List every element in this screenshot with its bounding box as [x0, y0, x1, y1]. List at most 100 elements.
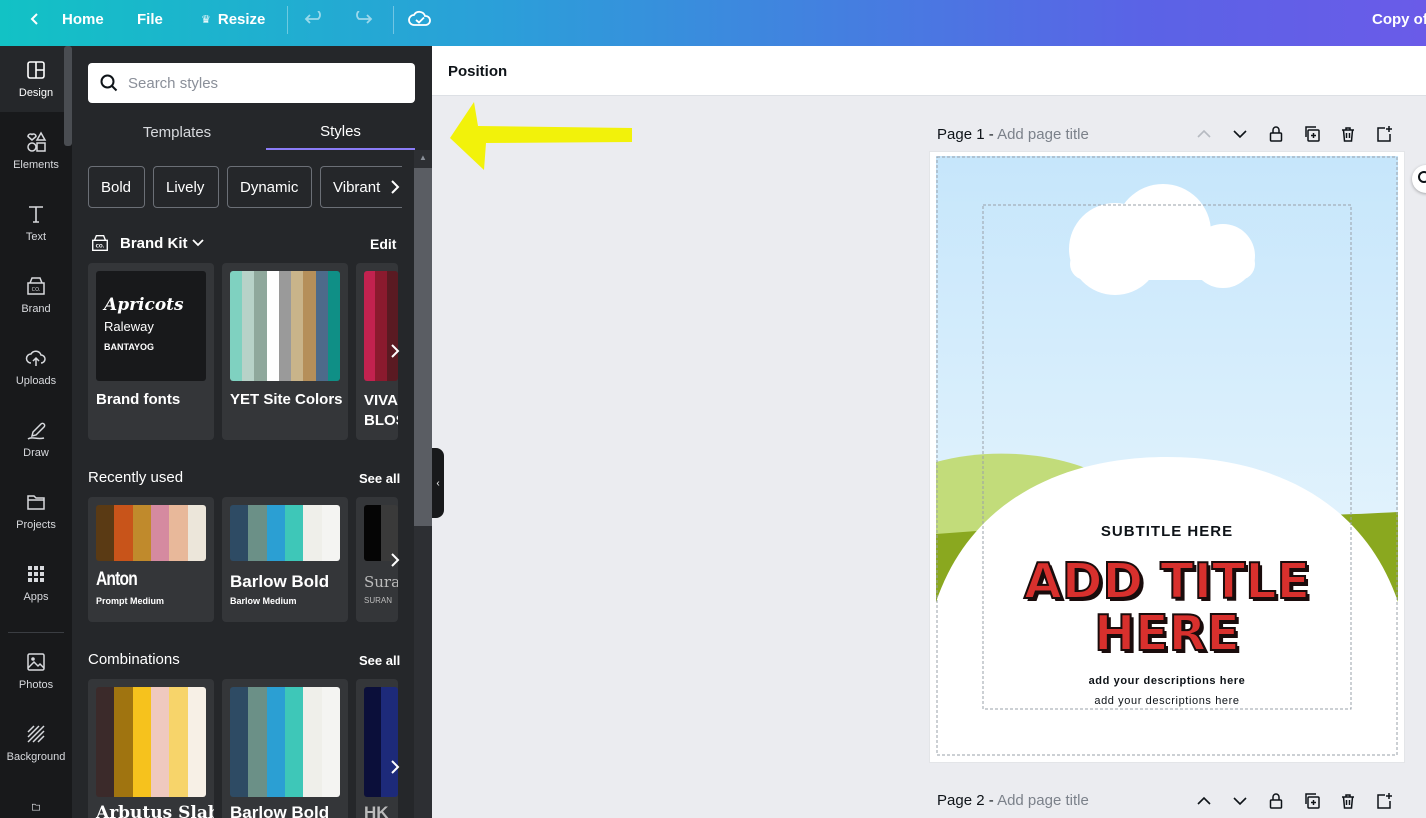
rail-item-text[interactable]: Text — [0, 190, 72, 256]
tab-templates[interactable]: Templates — [95, 114, 259, 150]
rail-item-draw[interactable]: Draw — [0, 406, 72, 472]
svg-text:CO.: CO. — [96, 244, 105, 250]
style-card-anton[interactable]: Anton Prompt Medium — [88, 497, 214, 622]
rail-item-photos[interactable]: Photos — [0, 638, 72, 704]
chip-bold[interactable]: Bold — [88, 166, 145, 208]
svg-text:CO.: CO. — [32, 287, 41, 293]
combinations-see-all[interactable]: See all — [359, 653, 400, 668]
page-2-title[interactable]: Page 2 - Add page title — [937, 792, 1089, 809]
rail-item-projects[interactable]: Projects — [0, 478, 72, 544]
page-1-canvas[interactable]: SUBTITLE HERE ADD TITLE HERE add your de… — [930, 152, 1404, 762]
lock-page-button[interactable] — [1264, 122, 1288, 146]
color-swatch — [114, 687, 133, 797]
rail-item-elements[interactable]: Elements — [0, 118, 72, 184]
rail-scrollbar-thumb[interactable] — [64, 46, 72, 146]
search-input[interactable] — [128, 74, 398, 92]
color-swatch — [266, 687, 285, 797]
font-sample-2: Raleway — [104, 319, 154, 334]
rail-label: Projects — [16, 519, 56, 531]
recently-used-next-button[interactable] — [384, 545, 406, 575]
resize-label: Resize — [217, 10, 266, 28]
color-swatches — [96, 687, 206, 797]
search-box[interactable] — [88, 63, 415, 103]
text-icon — [29, 206, 43, 223]
color-swatch — [230, 505, 249, 561]
page-title-placeholder[interactable]: Add page title — [997, 126, 1089, 143]
move-page-up-button[interactable] — [1192, 122, 1216, 146]
combinations-next-button[interactable] — [384, 752, 406, 782]
rail-item-design[interactable]: Design — [0, 46, 72, 112]
chip-lively[interactable]: Lively — [153, 166, 219, 208]
poster-description-bold[interactable]: add your descriptions here — [930, 675, 1404, 687]
chip-dynamic[interactable]: Dynamic — [227, 166, 312, 208]
style-title-font: Barlow Bold — [230, 572, 330, 591]
color-swatch — [169, 687, 188, 797]
page-1-title[interactable]: Page 1 - Add page title — [937, 126, 1089, 143]
move-page-down-button[interactable] — [1228, 789, 1252, 813]
poster-background — [936, 156, 1398, 756]
duplicate-page-button[interactable] — [1300, 789, 1324, 813]
color-swatch — [364, 271, 376, 381]
brand-kit-dropdown[interactable]: CO. Brand Kit — [90, 233, 204, 253]
lock-page-button[interactable] — [1264, 789, 1288, 813]
document-title[interactable]: Copy of — [1372, 0, 1426, 38]
poster-title[interactable]: ADD TITLE HERE — [930, 555, 1404, 661]
top-bar: Home File ♛ Resize Copy of — [0, 0, 1426, 46]
file-menu[interactable]: File — [137, 0, 163, 38]
delete-page-button[interactable] — [1336, 122, 1360, 146]
redo-button[interactable] — [351, 0, 373, 38]
home-button[interactable]: Home — [28, 0, 104, 38]
tab-styles[interactable]: Styles — [266, 114, 415, 150]
rail-item-apps[interactable]: Apps — [0, 550, 72, 616]
duplicate-page-button[interactable] — [1300, 122, 1324, 146]
style-subtitle-font: SURAN — [364, 596, 393, 605]
position-button[interactable]: Position — [448, 46, 507, 96]
combination-card-partial[interactable]: HK — [356, 679, 398, 818]
site-colors-card[interactable]: YET Site Colors — [222, 263, 348, 440]
page-side-button[interactable] — [1412, 165, 1426, 193]
delete-page-button[interactable] — [1336, 789, 1360, 813]
add-page-button[interactable] — [1372, 122, 1396, 146]
collapse-panel-button[interactable]: ‹ — [432, 448, 444, 518]
color-swatch — [266, 271, 279, 381]
page-title-placeholder[interactable]: Add page title — [997, 792, 1089, 809]
rail-item-brand[interactable]: CO. Brand — [0, 262, 72, 328]
rail-item-background[interactable]: Background — [0, 710, 72, 776]
scrollbar-thumb[interactable] — [414, 168, 432, 526]
chips-next-button[interactable] — [384, 172, 406, 202]
see-all-label: See all — [359, 471, 401, 486]
undo-button[interactable] — [304, 0, 326, 38]
move-page-up-button[interactable] — [1192, 789, 1216, 813]
side-rail: Design Elements Text CO. Brand Uploads D… — [0, 46, 72, 818]
combination-card-barlow[interactable]: Barlow Bold — [222, 679, 348, 818]
poster-subtitle[interactable]: SUBTITLE HERE — [930, 523, 1404, 540]
color-swatches — [230, 687, 340, 797]
recently-used-see-all[interactable]: See all — [359, 471, 400, 486]
style-subtitle-font: Barlow Medium — [230, 596, 297, 606]
rail-item-uploads[interactable]: Uploads — [0, 334, 72, 400]
resize-button[interactable]: ♛ Resize — [201, 0, 265, 38]
card-label: VIVA BLOS — [364, 391, 398, 431]
rail-item-folder[interactable] — [0, 788, 72, 818]
add-page-button[interactable] — [1372, 789, 1396, 813]
apps-icon — [28, 566, 44, 582]
chevron-right-icon — [391, 344, 400, 358]
home-label: Home — [62, 10, 104, 28]
chevron-left-icon: ‹ — [436, 477, 440, 489]
poster-description[interactable]: add your descriptions here — [930, 695, 1404, 707]
chevron-right-icon — [391, 180, 400, 194]
rail-divider — [8, 632, 64, 633]
brand-kit-edit-link[interactable]: Edit — [370, 236, 396, 252]
scroll-up-icon[interactable]: ▲ — [418, 154, 428, 162]
redo-icon — [356, 11, 373, 24]
crown-icon: ♛ — [201, 13, 211, 26]
card-label: Brand fonts — [96, 391, 181, 408]
cloud-save-button[interactable] — [408, 0, 432, 38]
style-card-barlow[interactable]: Barlow Bold Barlow Medium — [222, 497, 348, 622]
move-page-down-button[interactable] — [1228, 122, 1252, 146]
brand-fonts-card[interactable]: Apricots Raleway BANTAYOG Brand fonts — [88, 263, 214, 440]
combination-card-arbutus[interactable]: Arbutus Slab — [88, 679, 214, 818]
brand-kit-next-button[interactable] — [384, 336, 406, 366]
document-title-text: Copy of — [1372, 10, 1426, 28]
chip-label: Dynamic — [240, 178, 299, 196]
